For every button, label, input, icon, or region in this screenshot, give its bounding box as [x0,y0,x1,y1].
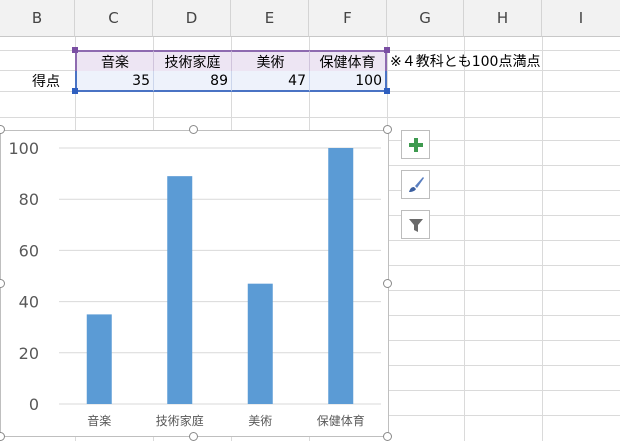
column-header-b[interactable]: B [0,0,75,37]
brush-icon [408,176,424,192]
range-handle[interactable] [384,47,390,53]
x-tick-label: 音楽 [87,413,111,428]
chart-plot: 0 20 40 60 80 100 音楽 技術家庭 美術 保健体育 [8,139,381,428]
chart-styles-button[interactable] [401,170,430,199]
range-handle[interactable] [72,47,78,53]
y-tick-label: 100 [8,139,39,158]
range-handle[interactable] [72,88,78,94]
filter-icon [408,218,423,232]
resize-handle[interactable] [189,125,198,134]
x-tick-label: 美術 [248,414,272,428]
x-tick-label: 保健体育 [317,413,365,428]
grid-line [464,37,465,441]
bar[interactable] [167,176,193,404]
y-tick-label: 60 [19,241,39,260]
y-tick-label: 40 [19,293,39,312]
chart-filters-button[interactable] [401,210,430,239]
grid-line [0,117,620,118]
table-header-cell[interactable]: 技術家庭 [153,50,231,71]
table-header-cell[interactable]: 美術 [231,50,309,71]
y-tick-label: 20 [19,344,39,363]
grid-line [542,37,543,441]
table-header-cell[interactable]: 保健体育 [309,50,387,71]
bar[interactable] [328,148,354,404]
resize-handle[interactable] [0,432,5,441]
table-value-cell[interactable]: 100 [309,71,387,92]
chart-elements-button[interactable] [401,130,430,159]
column-header-d[interactable]: D [153,0,231,37]
column-header-i[interactable]: I [542,0,620,37]
table-value-cell[interactable]: 47 [231,71,309,92]
table-value-cell[interactable]: 35 [75,71,153,92]
column-header-f[interactable]: F [309,0,387,37]
row-label[interactable]: 得点 [20,71,72,91]
y-tick-label: 0 [29,395,39,414]
resize-handle[interactable] [189,432,198,441]
range-handle[interactable] [384,88,390,94]
table-value-cell[interactable]: 89 [153,71,231,92]
column-header-c[interactable]: C [75,0,153,37]
plus-icon [408,137,423,152]
column-header-e[interactable]: E [231,0,309,37]
bar[interactable] [86,314,112,404]
resize-handle[interactable] [383,125,392,134]
y-tick-label: 80 [19,190,39,209]
note-text[interactable]: ※４教科とも100点満点 [390,50,540,71]
resize-handle[interactable] [383,432,392,441]
column-header-g[interactable]: G [387,0,464,37]
bar-chart[interactable]: 0 20 40 60 80 100 音楽 技術家庭 美術 保健体育 [0,130,389,437]
bar[interactable] [247,283,273,404]
column-header-h[interactable]: H [464,0,542,37]
resize-handle[interactable] [383,279,392,288]
x-tick-label: 技術家庭 [156,413,204,428]
table-header-cell[interactable]: 音楽 [75,50,153,71]
